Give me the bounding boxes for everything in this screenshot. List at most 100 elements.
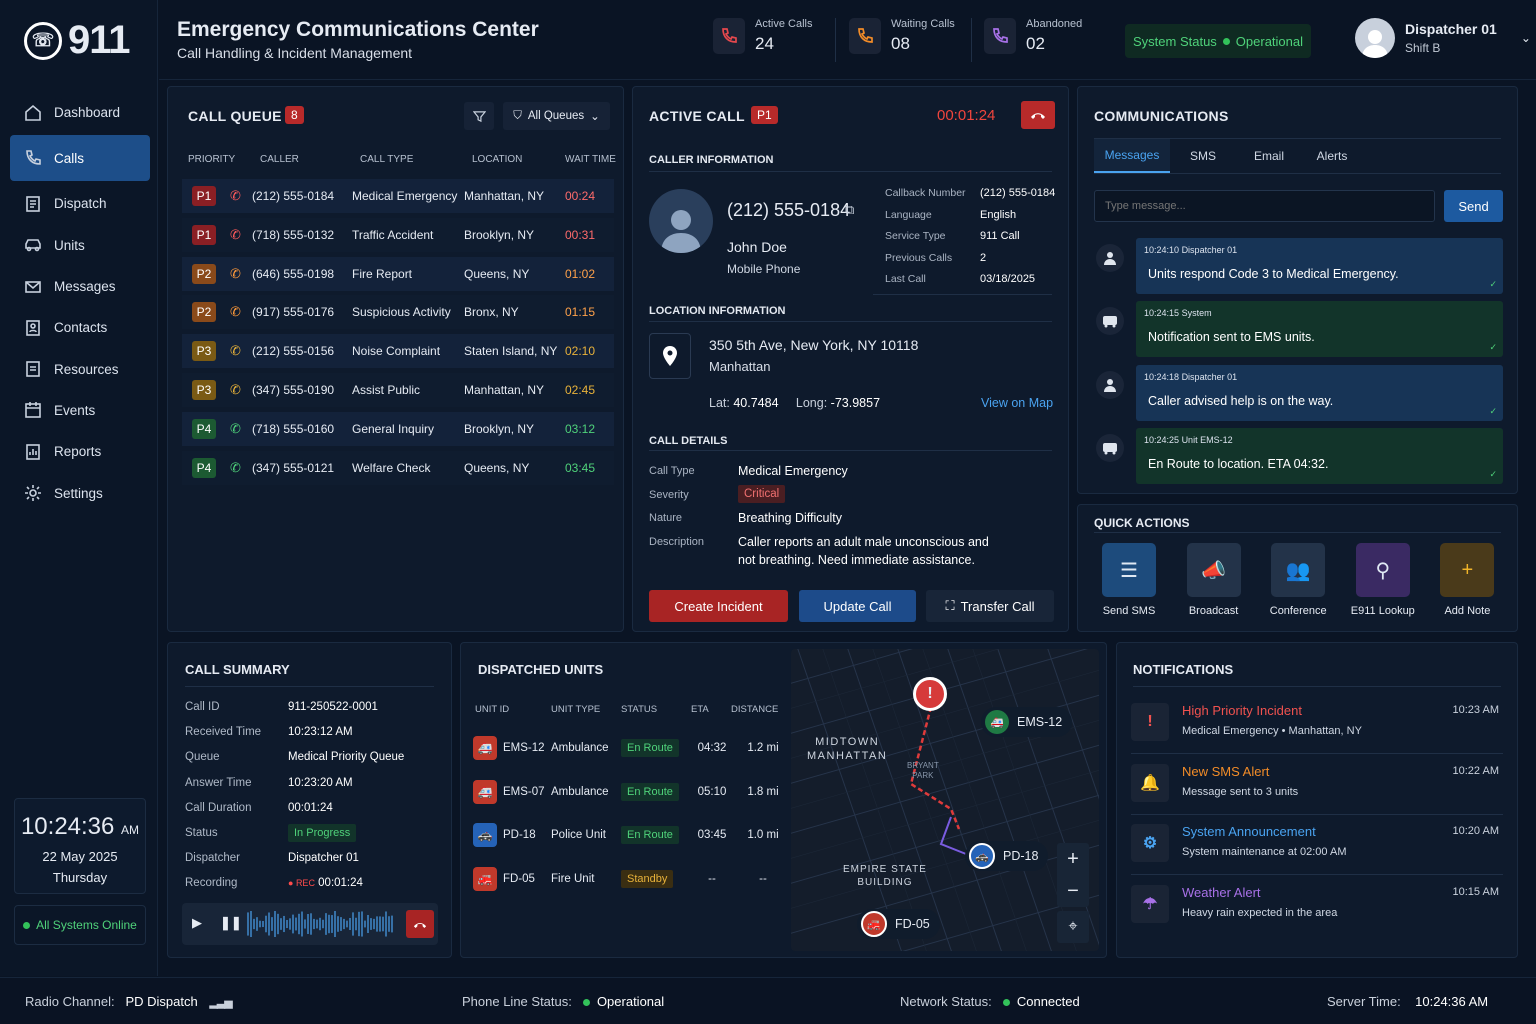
call-type: Suspicious Activity bbox=[352, 305, 451, 320]
queue-row[interactable]: P1 ✆ (718) 555-0132 Traffic Accident Brookly… bbox=[182, 217, 614, 252]
caller-number: (917) 555-0176 bbox=[252, 305, 335, 320]
sidebar-item-messages[interactable]: Messages bbox=[10, 266, 150, 307]
queue-filter-dropdown[interactable]: ⛉ All Queues ⌄ bbox=[503, 102, 610, 130]
tab-email[interactable]: Email bbox=[1236, 139, 1302, 173]
caller-info-label: Language bbox=[885, 208, 932, 221]
tab-messages[interactable]: Messages bbox=[1094, 139, 1170, 173]
play-icon[interactable]: ▶ bbox=[192, 915, 202, 931]
chevron-down-icon[interactable]: ⌄ bbox=[1521, 31, 1531, 45]
queue-row[interactable]: P2 ✆ (646) 555-0198 Fire Report Queens, NY 01… bbox=[182, 256, 614, 291]
user-menu[interactable]: Dispatcher 01 Shift B ⌄ bbox=[1355, 18, 1531, 58]
wait-time: 03:12 bbox=[565, 421, 596, 436]
stat-abandoned[interactable]: Abandoned 02 bbox=[984, 18, 1082, 54]
locate-icon[interactable]: ⌖ bbox=[1057, 911, 1089, 943]
sidebar-item-resources[interactable]: Resources bbox=[10, 348, 150, 389]
area-line-1: MIDTOWN bbox=[815, 736, 880, 748]
unit-row[interactable]: 🚑 EMS-07 Ambulance En Route 05:10 1.8 mi bbox=[473, 777, 793, 807]
user-shift: Shift B bbox=[1405, 41, 1441, 55]
stat-label: Abandoned bbox=[1026, 18, 1083, 30]
hangup-button[interactable] bbox=[406, 910, 434, 938]
call-type: General Inquiry bbox=[352, 421, 435, 436]
unit-row[interactable]: 🚑 EMS-12 Ambulance En Route 04:32 1.2 mi bbox=[473, 733, 793, 763]
filter-icon[interactable] bbox=[464, 102, 494, 130]
notification-item[interactable]: ☂ Weather Alert Heavy rain expected in the… bbox=[1131, 883, 1503, 935]
car-icon bbox=[25, 239, 41, 252]
recording-status: ● REC 00:01:24 bbox=[288, 877, 363, 889]
unit-status-badge: En Route bbox=[621, 826, 679, 844]
unit-id: EMS-07 bbox=[503, 785, 545, 798]
unit-status-badge: En Route bbox=[621, 782, 679, 801]
call-summary-panel: CALL SUMMARY Call ID 911-250522-0001 Recei… bbox=[167, 642, 452, 958]
notification-title: Weather Alert bbox=[1182, 884, 1261, 900]
caller-number: (347) 555-0190 bbox=[252, 383, 335, 397]
tab-sms[interactable]: SMS bbox=[1170, 139, 1236, 173]
quick-action-add-note[interactable]: + Add Note bbox=[1425, 543, 1509, 617]
copy-icon[interactable]: ⧉ bbox=[845, 202, 854, 218]
unit-row[interactable]: 🚒 FD-05 Fire Unit Standby -- -- bbox=[473, 864, 793, 894]
unit-marker-ems-12[interactable]: 🚑 EMS-12 bbox=[981, 707, 1073, 737]
unit-type: Ambulance bbox=[551, 785, 609, 798]
sidebar-item-label: Calls bbox=[54, 150, 85, 166]
stat-active-calls[interactable]: Active Calls 24 bbox=[713, 18, 812, 54]
notifications-panel: NOTIFICATIONS ! High Priority Incident Med… bbox=[1116, 642, 1518, 958]
notification-item[interactable]: 🔔 New SMS Alert Message sent to 3 units 10:… bbox=[1131, 762, 1503, 815]
zoom-in-icon[interactable]: + bbox=[1057, 843, 1089, 875]
sidebar-item-contacts[interactable]: Contacts bbox=[10, 307, 150, 348]
mail-icon bbox=[25, 280, 41, 293]
dispatched-units-title: DISPATCHED UNITS bbox=[478, 662, 604, 677]
network-status-value: Connected bbox=[1016, 994, 1080, 1009]
sidebar-item-calls[interactable]: Calls bbox=[10, 135, 150, 182]
quick-action-e911-lookup[interactable]: ⚲ E911 Lookup bbox=[1341, 543, 1425, 617]
unit-marker-fd-05[interactable]: 🚒 FD-05 bbox=[857, 909, 940, 939]
queue-row[interactable]: P3 ✆ (347) 555-0190 Assist Public Manhattan,… bbox=[182, 373, 614, 407]
view-on-map-link[interactable]: View on Map bbox=[981, 396, 1053, 410]
user-name: Dispatcher 01 bbox=[1405, 21, 1497, 37]
sidebar-item-events[interactable]: Events bbox=[10, 390, 150, 431]
incident-marker-icon[interactable]: ! bbox=[913, 677, 947, 711]
queue-row[interactable]: P4 ✆ (347) 555-0121 Welfare Check Queens, NY… bbox=[182, 450, 614, 485]
quick-action-label: Add Note bbox=[1444, 605, 1491, 617]
summary-label: Call Duration bbox=[185, 801, 252, 814]
call-type: Medical Emergency bbox=[352, 189, 458, 203]
network-status-label: Network Status: bbox=[900, 994, 992, 1009]
units-table-header: UNIT ID UNIT TYPE STATUS ETA DISTANCE bbox=[475, 704, 778, 715]
phone-icon: ✆ bbox=[230, 304, 241, 320]
unit-map[interactable]: MIDTOWN MANHATTAN BRYANT PARK EMPIRE STATE… bbox=[791, 649, 1099, 951]
sidebar-item-settings[interactable]: Settings bbox=[10, 472, 150, 513]
sidebar-item-dashboard[interactable]: Dashboard bbox=[10, 92, 150, 133]
sidebar-item-dispatch[interactable]: Dispatch bbox=[10, 183, 150, 224]
quick-actions-title: QUICK ACTIONS bbox=[1094, 516, 1190, 530]
transfer-call-button[interactable]: ⛶ Transfer Call bbox=[926, 590, 1054, 622]
stat-waiting-calls[interactable]: Waiting Calls 08 bbox=[849, 18, 955, 54]
waveform-icon[interactable] bbox=[246, 911, 396, 937]
notification-item[interactable]: ! High Priority Incident Medical Emergency… bbox=[1131, 701, 1503, 754]
queue-row[interactable]: P1 ✆ (212) 555-0184 Medical Emergency Manhat… bbox=[182, 179, 614, 213]
unit-marker-pd-18[interactable]: 🚓 PD-18 bbox=[965, 841, 1049, 871]
quick-action-broadcast[interactable]: 📣 Broadcast bbox=[1172, 543, 1256, 617]
quick-action-conference[interactable]: 👥 Conference bbox=[1256, 543, 1340, 617]
create-incident-button[interactable]: Create Incident bbox=[649, 590, 788, 622]
pause-icon[interactable]: ❚❚ bbox=[220, 915, 242, 931]
system-status-value: Operational bbox=[1235, 33, 1304, 49]
hangup-button[interactable] bbox=[1021, 101, 1055, 129]
message-input[interactable] bbox=[1094, 190, 1435, 222]
alert-icon: ! bbox=[1131, 703, 1169, 741]
notification-title: New SMS Alert bbox=[1182, 763, 1270, 779]
zoom-out-icon[interactable]: − bbox=[1057, 875, 1089, 907]
quick-action-send-sms[interactable]: ☰ Send SMS bbox=[1087, 543, 1171, 617]
queue-row[interactable]: P4 ✆ (718) 555-0160 General Inquiry Brooklyn… bbox=[182, 411, 614, 446]
priority-badge: P2 bbox=[192, 302, 216, 323]
update-call-button[interactable]: Update Call bbox=[799, 590, 916, 622]
send-button[interactable]: Send bbox=[1444, 190, 1503, 222]
queue-row[interactable]: P2 ✆ (917) 555-0176 Suspicious Activity Bron… bbox=[182, 295, 614, 330]
sidebar-item-units[interactable]: Units bbox=[10, 225, 150, 266]
notification-item[interactable]: ⚙ System Announcement System maintenance a… bbox=[1131, 822, 1503, 876]
queue-row[interactable]: P3 ✆ (212) 555-0156 Noise Complaint Staten I… bbox=[182, 334, 614, 369]
tab-alerts[interactable]: Alerts bbox=[1302, 139, 1362, 173]
description-line-1: Caller reports an adult male unconscious… bbox=[738, 535, 989, 549]
col-unit-id: UNIT ID bbox=[475, 704, 510, 715]
unit-row[interactable]: 🚓 PD-18 Police Unit En Route 03:45 1.0 mi bbox=[473, 820, 793, 850]
systems-status-text: All Systems Online bbox=[36, 918, 137, 932]
app-logo[interactable]: ☏ 911 bbox=[24, 18, 131, 63]
sidebar-item-reports[interactable]: Reports bbox=[10, 431, 150, 472]
